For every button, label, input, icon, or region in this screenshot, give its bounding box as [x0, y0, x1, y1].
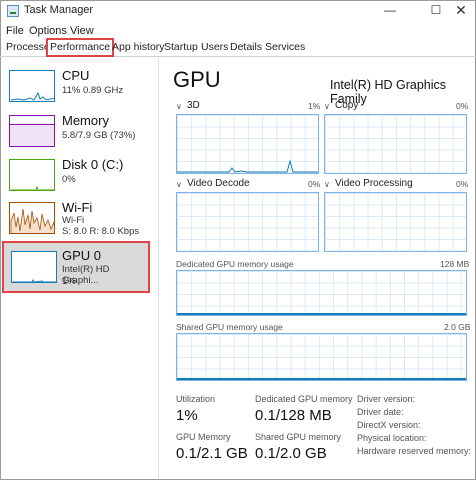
engine-pct-copy: 0%	[456, 101, 469, 111]
tab-app-history[interactable]: App history	[110, 40, 167, 55]
gpu-thumbnail-graph	[11, 251, 57, 283]
physical-location-label: Physical location:	[357, 433, 427, 443]
sidebar-item-label: Memory	[62, 113, 109, 128]
dedicated-gpu-memory-label: Dedicated GPU memory	[255, 394, 353, 404]
memory-fill	[10, 124, 54, 146]
tab-details[interactable]: Details	[228, 40, 264, 55]
graph-3d	[176, 114, 319, 174]
dedicated-gpu-memory-value: 0.1/128 MB	[255, 407, 332, 424]
sidebar-item-memory[interactable]: Memory 5.8/7.9 GB (73%)	[4, 111, 154, 151]
driver-version-label: Driver version:	[357, 394, 416, 404]
menu-file[interactable]: File	[6, 25, 24, 37]
sidebar-item-label: Disk 0 (C:)	[62, 157, 124, 172]
graph-shared-memory	[176, 333, 467, 381]
dedicated-memory-max: 128 MB	[440, 259, 470, 269]
tab-performance[interactable]: Performance	[46, 38, 115, 57]
menu-options[interactable]: Options	[29, 25, 67, 37]
disk-thumbnail-graph	[9, 159, 55, 191]
engine-pct-3d: 1%	[308, 101, 321, 111]
sidebar-divider	[158, 58, 159, 478]
shared-gpu-memory-value: 0.1/2.0 GB	[255, 445, 327, 462]
cpu-thumbnail-graph	[9, 70, 55, 102]
wifi-thumbnail-graph	[9, 202, 55, 234]
sidebar-item-detail: 5.8/7.9 GB (73%)	[62, 130, 136, 141]
title-bar: Task Manager — ☐ ✕	[0, 0, 476, 22]
tab-users[interactable]: Users	[199, 40, 230, 55]
sidebar-item-wifi[interactable]: Wi-Fi Wi-Fi S: 8.0 R: 8.0 Kbps	[4, 198, 154, 240]
driver-date-label: Driver date:	[357, 407, 404, 417]
shared-memory-label: Shared GPU memory usage	[176, 322, 283, 332]
tab-services[interactable]: Services	[263, 40, 307, 55]
sidebar-item-label: CPU	[62, 68, 90, 83]
memory-thumbnail-graph	[9, 115, 55, 147]
chevron-down-icon[interactable]: ∨	[324, 102, 330, 111]
chevron-down-icon[interactable]: ∨	[324, 180, 330, 189]
chevron-down-icon[interactable]: ∨	[176, 180, 182, 189]
sidebar-item-throughput: S: 8.0 R: 8.0 Kbps	[62, 226, 140, 237]
shared-memory-max: 2.0 GB	[444, 322, 471, 332]
sidebar-item-detail: 11% 0.89 GHz	[62, 85, 124, 96]
close-icon[interactable]: ✕	[451, 2, 471, 18]
engine-pct-video-decode: 0%	[308, 179, 321, 189]
hardware-reserved-memory-label: Hardware reserved memory:	[357, 446, 472, 456]
sidebar-item-disk[interactable]: Disk 0 (C:) 0%	[4, 155, 154, 195]
shared-memory-fill	[177, 378, 466, 380]
utilization-value: 1%	[176, 407, 198, 424]
dedicated-memory-fill	[177, 313, 466, 315]
utilization-label: Utilization	[176, 394, 216, 404]
tab-startup[interactable]: Startup	[162, 40, 200, 55]
graph-dedicated-memory	[176, 270, 467, 316]
sidebar-item-usage: 1%	[62, 276, 76, 287]
shared-gpu-memory-label: Shared GPU memory	[255, 432, 342, 442]
graph-copy	[324, 114, 467, 174]
window-title: Task Manager	[24, 4, 94, 16]
minimize-icon[interactable]: —	[380, 2, 400, 18]
sidebar-item-gpu0[interactable]: GPU 0 Intel(R) HD Graphi... 1%	[2, 241, 150, 293]
graph-video-processing	[324, 192, 467, 252]
engine-pct-video-processing: 0%	[456, 179, 469, 189]
engine-label-3d: 3D	[187, 100, 200, 111]
graph-3d-line	[177, 159, 318, 173]
engine-label-video-decode: Video Decode	[187, 178, 250, 189]
sidebar-item-detail: 0%	[62, 174, 76, 185]
sidebar-item-label: GPU 0	[62, 248, 102, 263]
sidebar-item-cpu[interactable]: CPU 11% 0.89 GHz	[4, 66, 154, 106]
graph-video-decode	[176, 192, 319, 252]
sidebar-item-label: Wi-Fi	[62, 200, 93, 215]
sidebar-item-detail: Wi-Fi	[62, 215, 85, 226]
page-title: GPU	[173, 67, 221, 92]
engine-label-copy: Copy	[335, 100, 359, 111]
task-manager-icon	[7, 5, 19, 17]
gpu-memory-label: GPU Memory	[176, 432, 231, 442]
menu-view[interactable]: View	[70, 25, 94, 37]
dedicated-memory-label: Dedicated GPU memory usage	[176, 259, 294, 269]
engine-label-video-processing: Video Processing	[335, 178, 413, 189]
chevron-down-icon[interactable]: ∨	[176, 102, 182, 111]
gpu-memory-value: 0.1/2.1 GB	[176, 445, 248, 462]
directx-version-label: DirectX version:	[357, 420, 421, 430]
maximize-icon[interactable]: ☐	[426, 2, 446, 18]
